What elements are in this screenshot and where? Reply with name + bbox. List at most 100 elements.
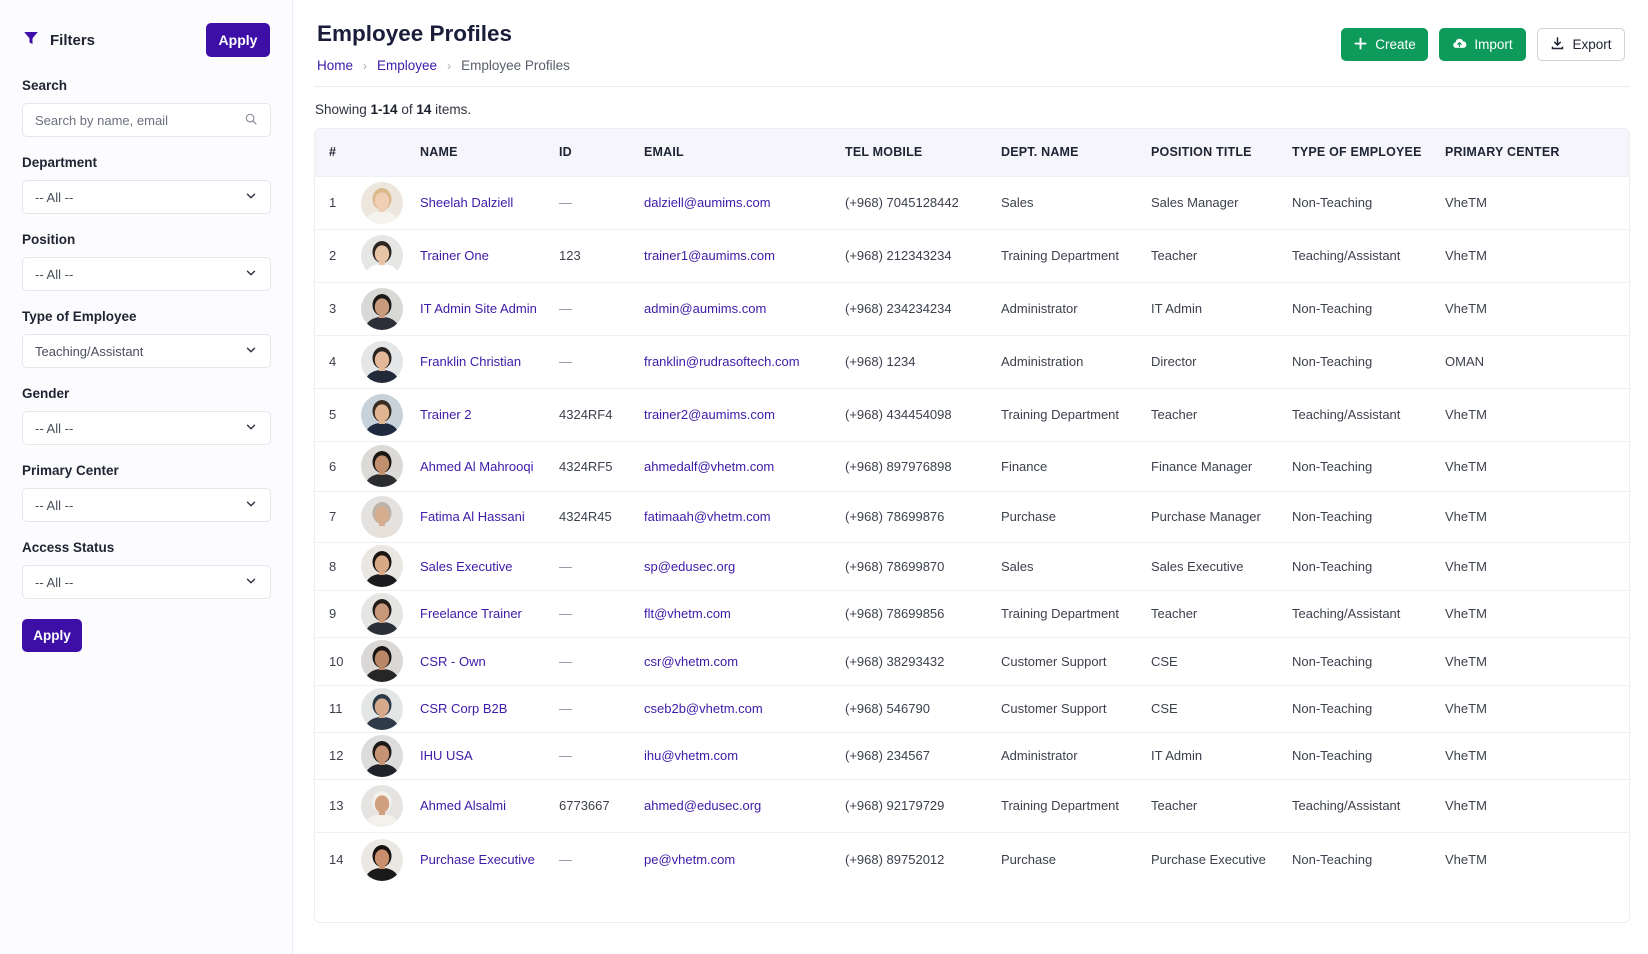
avatar-cell: [361, 541, 420, 590]
employee-name-link[interactable]: IT Admin Site Admin: [420, 301, 537, 316]
search-input[interactable]: [35, 112, 225, 128]
table-row[interactable]: 11 CSR Corp B2B — cseb2b@vhetm.com (+968) 54…: [315, 684, 1629, 732]
avatar: [361, 445, 403, 487]
table-row[interactable]: 4 Franklin Christian — franklin@rudrasoftec…: [315, 334, 1629, 388]
employee-email-link[interactable]: trainer1@aumims.com: [644, 248, 775, 263]
primary-center: VheTM: [1445, 541, 1629, 590]
plus-icon: [1353, 36, 1368, 54]
summary-prefix: Showing: [315, 102, 371, 117]
table-row[interactable]: 1 Sheelah Dalziell — dalziell@aumims.com (+9…: [315, 175, 1629, 229]
gender-select[interactable]: -- All --: [22, 411, 271, 445]
table-row[interactable]: 5 Trainer 2 4324RF4 trainer2@aumims.com (+96…: [315, 387, 1629, 441]
employee-name-link[interactable]: Fatima Al Hassani: [420, 509, 525, 524]
column-header-tel-mobile: TEL MOBILE: [845, 145, 923, 160]
table-row[interactable]: 8 Sales Executive — sp@edusec.org (+968) 786…: [315, 541, 1629, 590]
tel-mobile: (+968) 1234: [845, 334, 1001, 388]
employee-id: 4324RF4: [559, 387, 644, 441]
table-row[interactable]: 3 IT Admin Site Admin — admin@aumims.com (+9…: [315, 281, 1629, 335]
type-of-employee-select[interactable]: Teaching/Assistant: [22, 334, 271, 368]
employee-name-link[interactable]: CSR - Own: [420, 654, 486, 669]
avatar-cell: [361, 387, 420, 441]
employee-type: Non-Teaching: [1292, 281, 1445, 335]
table-row[interactable]: 13 Ahmed Alsalmi 6773667 ahmed@edusec.org (+…: [315, 778, 1629, 832]
email-cell: ahmed@edusec.org: [644, 778, 845, 832]
search-icon[interactable]: [244, 112, 258, 129]
employee-type: Non-Teaching: [1292, 731, 1445, 779]
email-cell: pe@vhetm.com: [644, 831, 845, 887]
create-button[interactable]: Create: [1341, 28, 1428, 61]
employee-name-link[interactable]: IHU USA: [420, 748, 473, 763]
primary-center: VheTM: [1445, 684, 1629, 732]
row-number: 2: [315, 228, 361, 282]
employee-name-link[interactable]: Sales Executive: [420, 559, 513, 574]
employee-name-link[interactable]: CSR Corp B2B: [420, 701, 507, 716]
filters-title: Filters: [22, 29, 95, 51]
chevron-down-icon: [244, 343, 258, 360]
name-cell: Freelance Trainer: [420, 589, 559, 637]
position-title: IT Admin: [1151, 281, 1292, 335]
email-cell: dalziell@aumims.com: [644, 175, 845, 229]
column-header-id: ID: [559, 145, 572, 160]
position-select[interactable]: -- All --: [22, 257, 271, 291]
primary-center-select[interactable]: -- All --: [22, 488, 271, 522]
employee-email-link[interactable]: ahmed@edusec.org: [644, 798, 761, 813]
employee-type: Teaching/Assistant: [1292, 228, 1445, 282]
employee-email-link[interactable]: fatimaah@vhetm.com: [644, 509, 771, 524]
apply-filters-bottom-button[interactable]: Apply: [22, 619, 82, 652]
breadcrumb-separator-icon: ›: [363, 58, 368, 73]
employee-email-link[interactable]: dalziell@aumims.com: [644, 195, 771, 210]
export-button[interactable]: Export: [1537, 28, 1625, 61]
employee-email-link[interactable]: flt@vhetm.com: [644, 606, 731, 621]
employee-email-link[interactable]: trainer2@aumims.com: [644, 407, 775, 422]
avatar: [361, 784, 403, 827]
department-name: Training Department: [1001, 778, 1151, 832]
page-title: Employee Profiles: [317, 21, 513, 46]
position-title: IT Admin: [1151, 731, 1292, 779]
position-title: Teacher: [1151, 387, 1292, 441]
employee-name-link[interactable]: Trainer 2: [420, 407, 472, 422]
table-row[interactable]: 7 Fatima Al Hassani 4324R45 fatimaah@vhetm.…: [315, 490, 1629, 542]
employee-id: —: [559, 175, 644, 229]
employee-name-link[interactable]: Sheelah Dalziell: [420, 195, 513, 210]
import-button[interactable]: Import: [1439, 28, 1526, 61]
table-row[interactable]: 10 CSR - Own — csr@vhetm.com (+968) 38293432…: [315, 636, 1629, 685]
employee-email-link[interactable]: csr@vhetm.com: [644, 654, 738, 669]
filters-sidebar: Filters Apply Search Department -- All --…: [0, 0, 293, 954]
employee-name-link[interactable]: Purchase Executive: [420, 852, 535, 867]
department-name: Customer Support: [1001, 684, 1151, 732]
department-name: Sales: [1001, 541, 1151, 590]
employee-email-link[interactable]: admin@aumims.com: [644, 301, 766, 316]
employee-type: Non-Teaching: [1292, 831, 1445, 887]
employee-name-link[interactable]: Ahmed Alsalmi: [420, 798, 506, 813]
position-title: Director: [1151, 334, 1292, 388]
type-of-employee-select-value: Teaching/Assistant: [35, 343, 144, 359]
table-row[interactable]: 2 Trainer One 123 trainer1@aumims.com (+968)…: [315, 228, 1629, 282]
position-title: CSE: [1151, 684, 1292, 732]
employee-name-link[interactable]: Trainer One: [420, 248, 489, 263]
table-row[interactable]: 12 IHU USA — ihu@vhetm.com (+968) 234567 Admi…: [315, 731, 1629, 779]
email-cell: cseb2b@vhetm.com: [644, 684, 845, 732]
employee-email-link[interactable]: franklin@rudrasoftech.com: [644, 354, 800, 369]
access-status-select[interactable]: -- All --: [22, 565, 271, 599]
cloud-upload-icon: [1452, 36, 1467, 54]
main-content: Employee Profiles Home › Employee › Empl…: [314, 0, 1630, 954]
employee-email-link[interactable]: pe@vhetm.com: [644, 852, 735, 867]
apply-filters-top-button[interactable]: Apply: [206, 23, 270, 57]
employee-email-link[interactable]: ihu@vhetm.com: [644, 748, 738, 763]
employee-email-link[interactable]: ahmedalf@vhetm.com: [644, 459, 774, 474]
breadcrumb-home-link[interactable]: Home: [317, 58, 353, 73]
employee-name-link[interactable]: Franklin Christian: [420, 354, 521, 369]
department-filter: Department -- All --: [22, 155, 271, 214]
department-select[interactable]: -- All --: [22, 180, 271, 214]
employee-email-link[interactable]: sp@edusec.org: [644, 559, 735, 574]
name-cell: Purchase Executive: [420, 831, 559, 887]
table-row[interactable]: 14 Purchase Executive — pe@vhetm.com (+968) …: [315, 831, 1629, 887]
table-row[interactable]: 6 Ahmed Al Mahrooqi 4324RF5 ahmedalf@vhetm.…: [315, 440, 1629, 491]
row-number: 7: [315, 490, 361, 542]
table-row[interactable]: 9 Freelance Trainer — flt@vhetm.com (+968) 7…: [315, 589, 1629, 637]
employee-name-link[interactable]: Freelance Trainer: [420, 606, 522, 621]
breadcrumb-employee-link[interactable]: Employee: [377, 58, 437, 73]
employee-email-link[interactable]: cseb2b@vhetm.com: [644, 701, 763, 716]
employee-name-link[interactable]: Ahmed Al Mahrooqi: [420, 459, 533, 474]
department-name: Administrator: [1001, 731, 1151, 779]
